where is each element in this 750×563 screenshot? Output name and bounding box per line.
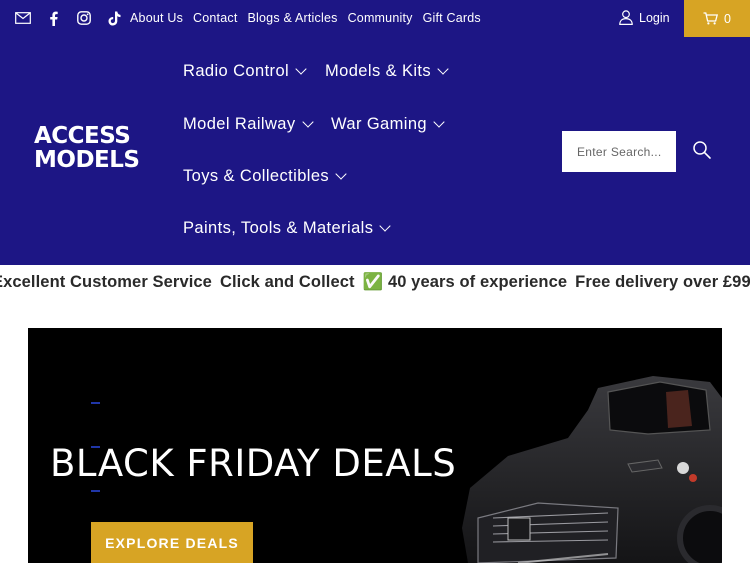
chevron-down-icon (335, 168, 347, 180)
community-link[interactable]: Community (348, 11, 413, 25)
nav-paints-tools-materials[interactable]: Paints, Tools & Materials (183, 219, 392, 238)
tiktok-icon[interactable] (106, 9, 122, 27)
about-us-link[interactable]: About Us (130, 11, 183, 25)
search-button[interactable] (692, 140, 714, 162)
chevron-down-icon (301, 116, 314, 128)
nav-label: Models & Kits (325, 62, 432, 80)
blogs-articles-link[interactable]: Blogs & Articles (248, 11, 338, 25)
usp-item: Click and Collect (219, 273, 355, 291)
rc-truck-image (462, 376, 722, 563)
site-header: About Us Contact Blogs & Articles Commun… (0, 0, 750, 265)
cart-button[interactable]: 0 (684, 0, 750, 37)
nav-label: Toys & Collectibles (183, 167, 330, 185)
contact-link[interactable]: Contact (193, 11, 237, 25)
chevron-down-icon (437, 63, 449, 75)
nav-war-gaming[interactable]: War Gaming (331, 115, 445, 134)
cart-icon (703, 12, 719, 25)
decorative-dash (91, 402, 100, 404)
nav-label: Paints, Tools & Materials (183, 219, 374, 237)
nav-label: War Gaming (331, 115, 427, 133)
search-icon (693, 141, 711, 159)
nav-label: Model Railway (183, 115, 296, 133)
hero-banner: BLACK FRIDAY DEALS EXPLORE DEALS (28, 328, 722, 563)
facebook-icon[interactable] (46, 9, 60, 27)
site-logo[interactable]: ACCESS MODELS (34, 124, 149, 172)
search-input[interactable] (562, 131, 676, 172)
gift-cards-link[interactable]: Gift Cards (423, 11, 481, 25)
chevron-down-icon (379, 220, 392, 232)
usp-item: Excellent Customer Service (0, 273, 212, 291)
nav-model-railway[interactable]: Model Railway (183, 115, 314, 134)
user-icon (619, 10, 633, 25)
email-icon[interactable] (14, 9, 32, 27)
usp-item: Free delivery over £99 (575, 273, 750, 291)
decorative-dash (91, 490, 100, 492)
nav-toys-collectibles[interactable]: Toys & Collectibles (183, 167, 347, 186)
logo-line-1: ACCESS (34, 123, 131, 149)
instagram-icon[interactable] (75, 9, 93, 27)
cart-count: 0 (724, 11, 731, 26)
nav-radio-control[interactable]: Radio Control (183, 62, 307, 81)
top-links: About Us Contact Blogs & Articles Commun… (130, 11, 481, 25)
logo-line-2: MODELS (34, 147, 140, 173)
chevron-down-icon (433, 116, 445, 128)
explore-deals-button[interactable]: EXPLORE DEALS (91, 522, 253, 563)
usp-ticker: Excellent Customer Service Click and Col… (0, 265, 750, 300)
chevron-down-icon (295, 63, 307, 75)
login-link[interactable]: Login (619, 10, 670, 25)
banner-title: BLACK FRIDAY DEALS (50, 442, 457, 485)
top-bar: About Us Contact Blogs & Articles Commun… (0, 0, 750, 37)
nav-label: Radio Control (183, 62, 290, 80)
usp-item: ✅ 40 years of experience (362, 273, 568, 291)
nav-models-kits[interactable]: Models & Kits (325, 62, 449, 81)
login-label: Login (639, 10, 670, 25)
